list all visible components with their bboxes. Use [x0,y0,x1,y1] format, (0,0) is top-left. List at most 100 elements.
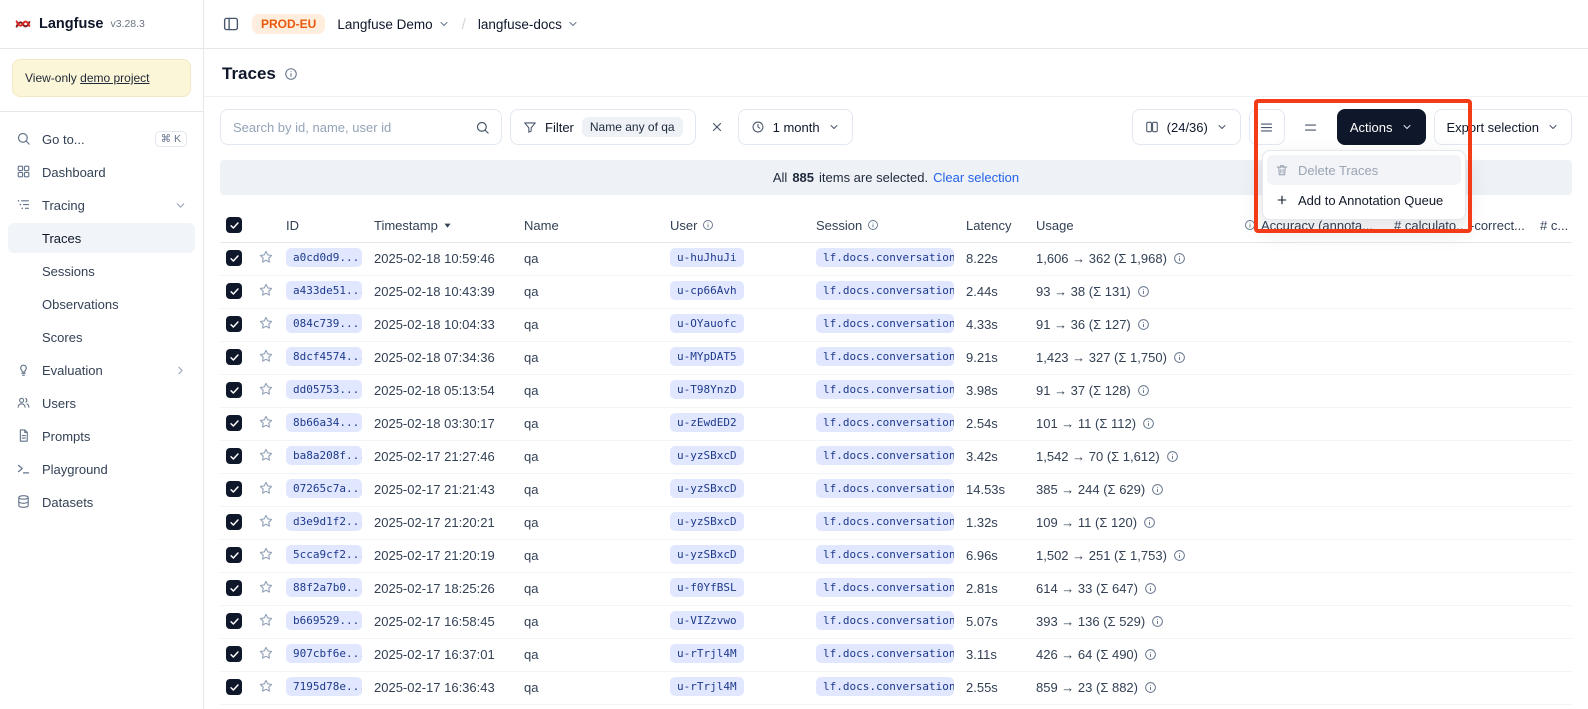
session-chip[interactable]: lf.docs.conversation... [816,413,954,432]
row-checkbox[interactable] [226,613,242,629]
menu-item-delete-traces[interactable]: Delete Traces [1267,155,1461,185]
star-icon[interactable] [258,282,274,298]
trace-id-chip[interactable]: 7195d78e... [286,677,362,696]
sidebar-item-evaluation[interactable]: Evaluation [8,355,195,385]
table-row[interactable]: dd05753...2025-02-18 05:13:54qau-T98YnzD… [220,374,1572,407]
user-chip[interactable]: u-yzSBxcD [670,545,744,564]
project-selector[interactable]: langfuse-docs [478,17,579,32]
star-icon[interactable] [258,348,274,364]
star-icon[interactable] [258,678,274,694]
col-timestamp[interactable]: Timestamp [368,209,518,242]
row-checkbox[interactable] [226,448,242,464]
sidebar-item-traces[interactable]: Traces [8,223,195,253]
table-row[interactable]: 907cbf6e...2025-02-17 16:37:01qau-rTrjl4… [220,638,1572,671]
table-row[interactable]: 8dcf4574...2025-02-18 07:34:36qau-MYpDAT… [220,341,1572,374]
table-row[interactable]: 07265c7a...2025-02-17 21:21:43qau-yzSBxc… [220,473,1572,506]
session-chip[interactable]: lf.docs.conversation... [816,644,954,663]
user-chip[interactable]: u-huJhuJi [670,248,744,267]
star-icon[interactable] [258,447,274,463]
filter-button[interactable]: Filter Name any of qa [510,109,696,145]
row-checkbox[interactable] [226,382,242,398]
row-checkbox[interactable] [226,514,242,530]
star-icon[interactable] [258,414,274,430]
sidebar-toggle-icon[interactable] [222,15,240,33]
row-checkbox[interactable] [226,580,242,596]
time-range-button[interactable]: 1 month [738,109,853,145]
star-icon[interactable] [258,579,274,595]
row-height-small-button[interactable] [1249,109,1285,145]
table-row[interactable]: d3e9d1f2...2025-02-17 21:20:21qau-yzSBxc… [220,506,1572,539]
col-usage[interactable]: Usage [1030,209,1238,242]
session-chip[interactable]: lf.docs.conversation... [816,281,954,300]
star-icon[interactable] [258,315,274,331]
session-chip[interactable]: lf.docs.conversation... [816,578,954,597]
org-selector[interactable]: Langfuse Demo [337,17,449,32]
trace-id-chip[interactable]: b669529... [286,611,362,630]
row-checkbox[interactable] [226,316,242,332]
user-chip[interactable]: u-rTrjl4M [670,677,744,696]
user-chip[interactable]: u-OYauofc [670,314,744,333]
sidebar-item-scores[interactable]: Scores [8,322,195,352]
row-checkbox[interactable] [226,646,242,662]
star-icon[interactable] [258,546,274,562]
trace-id-chip[interactable]: 5cca9cf2... [286,545,362,564]
session-chip[interactable]: lf.docs.conversation... [816,545,954,564]
sidebar-item-sessions[interactable]: Sessions [8,256,195,286]
session-chip[interactable]: lf.docs.conversation... [816,347,954,366]
col-score-correct[interactable]: -correct... [1464,209,1534,242]
trace-id-chip[interactable]: 8dcf4574... [286,347,362,366]
sidebar-item-dashboard[interactable]: Dashboard [8,157,195,187]
table-row[interactable]: ba8a208f...2025-02-17 21:27:46qau-yzSBxc… [220,440,1572,473]
actions-button[interactable]: Actions [1337,109,1426,145]
sidebar-item-prompts[interactable]: Prompts [8,421,195,451]
session-chip[interactable]: lf.docs.conversation... [816,611,954,630]
table-row[interactable]: b669529...2025-02-17 16:58:45qau-VIZzvwo… [220,605,1572,638]
columns-button[interactable]: (24/36) [1132,109,1241,145]
table-row[interactable]: 8b66a34...2025-02-18 03:30:17qau-zEwdED2… [220,407,1572,440]
table-row[interactable]: 084c739...2025-02-18 10:04:33qau-OYauofc… [220,308,1572,341]
session-chip[interactable]: lf.docs.conversation... [816,446,954,465]
select-all-checkbox[interactable] [226,217,242,233]
search-icon[interactable] [467,112,497,142]
user-chip[interactable]: u-yzSBxcD [670,512,744,531]
star-icon[interactable] [258,249,274,265]
session-chip[interactable]: lf.docs.conversation... [816,677,954,696]
table-row[interactable]: 7195d78e...2025-02-17 16:36:43qau-rTrjl4… [220,671,1572,704]
clear-filter-button[interactable] [704,109,730,145]
col-user[interactable]: User [664,209,810,242]
sidebar-item-observations[interactable]: Observations [8,289,195,319]
row-checkbox[interactable] [226,679,242,695]
table-row[interactable]: a0cd0d9...2025-02-18 10:59:46qau-huJhuJi… [220,242,1572,275]
trace-id-chip[interactable]: d3e9d1f2... [286,512,362,531]
trace-id-chip[interactable]: 07265c7a... [286,479,362,498]
table-row[interactable]: 88f2a7b0...2025-02-17 18:25:26qau-f0YfBS… [220,572,1572,605]
sidebar-item-users[interactable]: Users [8,388,195,418]
col-name[interactable]: Name [518,209,664,242]
search-input[interactable] [233,120,467,135]
star-icon[interactable] [258,381,274,397]
user-chip[interactable]: u-rTrjl4M [670,644,744,663]
trace-id-chip[interactable]: 084c739... [286,314,362,333]
trace-id-chip[interactable]: 907cbf6e... [286,644,362,663]
trace-id-chip[interactable]: 88f2a7b0... [286,578,362,597]
sidebar-item-datasets[interactable]: Datasets [8,487,195,517]
row-checkbox[interactable] [226,481,242,497]
trace-id-chip[interactable]: a0cd0d9... [286,248,362,267]
demo-project-link[interactable]: demo project [80,71,149,85]
star-icon[interactable] [258,645,274,661]
row-checkbox[interactable] [226,349,242,365]
session-chip[interactable]: lf.docs.conversation... [816,512,954,531]
col-score-c[interactable]: # c... [1534,209,1572,242]
user-chip[interactable]: u-f0YfBSL [670,578,744,597]
col-session[interactable]: Session [810,209,960,242]
trace-id-chip[interactable]: 8b66a34... [286,413,362,432]
table-row[interactable]: 5cca9cf2...2025-02-17 21:20:19qau-yzSBxc… [220,539,1572,572]
trace-id-chip[interactable]: a433de51... [286,281,362,300]
user-chip[interactable]: u-MYpDAT5 [670,347,744,366]
menu-item-add-to-annotation-queue[interactable]: Add to Annotation Queue [1267,185,1461,215]
col-id[interactable]: ID [280,209,368,242]
row-height-large-button[interactable] [1293,109,1329,145]
clear-selection-link[interactable]: Clear selection [933,170,1019,185]
user-chip[interactable]: u-yzSBxcD [670,479,744,498]
col-latency[interactable]: Latency [960,209,1030,242]
